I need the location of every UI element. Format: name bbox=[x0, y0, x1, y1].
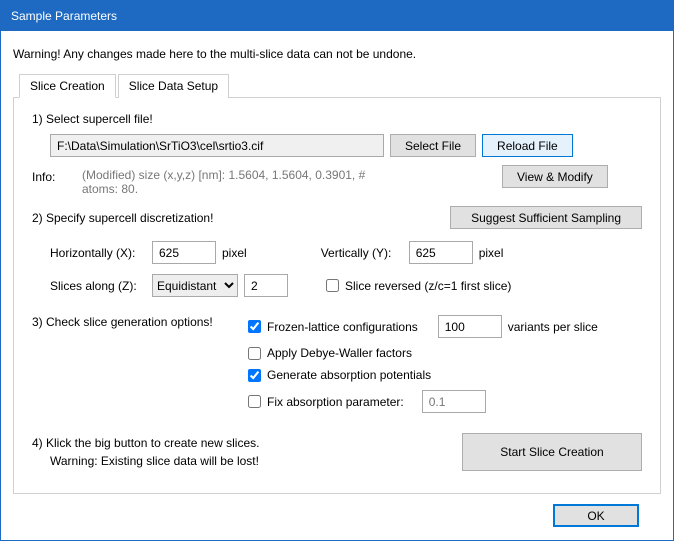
step2-row-z: Slices along (Z): Equidistant Slice reve… bbox=[50, 274, 642, 297]
tabs-bar: Slice Creation Slice Data Setup bbox=[13, 73, 661, 98]
absorb-checkbox-row[interactable]: Generate absorption potentials bbox=[248, 368, 431, 382]
step3-block: 3) Check slice generation options! Froze… bbox=[32, 315, 642, 413]
footer: OK bbox=[13, 494, 661, 527]
frozen-lattice-checkbox[interactable] bbox=[248, 320, 261, 333]
step3-label: 3) Check slice generation options! bbox=[32, 315, 248, 329]
pixel-label-y: pixel bbox=[479, 246, 504, 260]
info-text: (Modified) size (x,y,z) [nm]: 1.5604, 1.… bbox=[76, 165, 406, 188]
step1-label: 1) Select supercell file! bbox=[32, 112, 642, 126]
frozen-row: Frozen-lattice configurations variants p… bbox=[248, 315, 642, 338]
start-slice-creation-button[interactable]: Start Slice Creation bbox=[462, 433, 642, 471]
dw-row: Apply Debye-Waller factors bbox=[248, 346, 642, 360]
fix-row: Fix absorption parameter: bbox=[248, 390, 642, 413]
step2-header: 2) Specify supercell discretization! Sug… bbox=[32, 206, 642, 229]
step1-row-info: Info: (Modified) size (x,y,z) [nm]: 1.56… bbox=[32, 165, 642, 188]
supercell-file-path[interactable] bbox=[50, 134, 384, 157]
fix-checkbox-row[interactable]: Fix absorption parameter: bbox=[248, 395, 404, 409]
absorb-label: Generate absorption potentials bbox=[267, 368, 431, 382]
top-warning: Warning! Any changes made here to the mu… bbox=[13, 47, 661, 61]
horizontally-label: Horizontally (X): bbox=[50, 246, 146, 260]
fix-checkbox[interactable] bbox=[248, 395, 261, 408]
frozen-lattice-label: Frozen-lattice configurations bbox=[267, 320, 418, 334]
step2-row-xy: Horizontally (X): pixel Vertically (Y): … bbox=[50, 241, 642, 264]
absorb-row: Generate absorption potentials bbox=[248, 368, 642, 382]
select-file-button[interactable]: Select File bbox=[390, 134, 476, 157]
step4-block: 4) Klick the big button to create new sl… bbox=[32, 433, 642, 471]
variants-label: variants per slice bbox=[508, 320, 598, 334]
step4-warning: Warning: Existing slice data will be los… bbox=[50, 454, 259, 468]
tab-slice-creation[interactable]: Slice Creation bbox=[19, 74, 116, 98]
horizontally-input[interactable] bbox=[152, 241, 216, 264]
fix-value-input bbox=[422, 390, 486, 413]
vertically-label: Vertically (Y): bbox=[321, 246, 403, 260]
slices-mode-select[interactable]: Equidistant bbox=[152, 274, 238, 297]
info-label: Info: bbox=[32, 170, 70, 184]
slice-reversed-checkbox[interactable] bbox=[326, 279, 339, 292]
window-titlebar: Sample Parameters bbox=[1, 1, 673, 31]
absorb-checkbox[interactable] bbox=[248, 369, 261, 382]
content-area: Warning! Any changes made here to the mu… bbox=[1, 31, 673, 539]
frozen-lattice-row[interactable]: Frozen-lattice configurations bbox=[248, 320, 418, 334]
dw-label: Apply Debye-Waller factors bbox=[267, 346, 412, 360]
tab-pane-slice-creation: 1) Select supercell file! Select File Re… bbox=[13, 98, 661, 494]
view-modify-button[interactable]: View & Modify bbox=[502, 165, 608, 188]
dw-checkbox[interactable] bbox=[248, 347, 261, 360]
step2-label: 2) Specify supercell discretization! bbox=[32, 211, 213, 225]
fix-label: Fix absorption parameter: bbox=[267, 395, 404, 409]
variants-input[interactable] bbox=[438, 315, 502, 338]
step1-row-file: Select File Reload File bbox=[50, 134, 642, 157]
tab-slice-data-setup[interactable]: Slice Data Setup bbox=[118, 74, 229, 98]
reload-file-button[interactable]: Reload File bbox=[482, 134, 573, 157]
pixel-label-x: pixel bbox=[222, 246, 247, 260]
dw-checkbox-row[interactable]: Apply Debye-Waller factors bbox=[248, 346, 412, 360]
slice-reversed-label: Slice reversed (z/c=1 first slice) bbox=[345, 279, 511, 293]
suggest-sampling-button[interactable]: Suggest Sufficient Sampling bbox=[450, 206, 642, 229]
vertically-input[interactable] bbox=[409, 241, 473, 264]
slices-count-input[interactable] bbox=[244, 274, 288, 297]
window-title: Sample Parameters bbox=[11, 9, 117, 23]
step4-label: 4) Klick the big button to create new sl… bbox=[32, 436, 259, 450]
ok-button[interactable]: OK bbox=[553, 504, 639, 527]
slice-reversed-row[interactable]: Slice reversed (z/c=1 first slice) bbox=[326, 279, 511, 293]
slices-along-label: Slices along (Z): bbox=[50, 279, 146, 293]
